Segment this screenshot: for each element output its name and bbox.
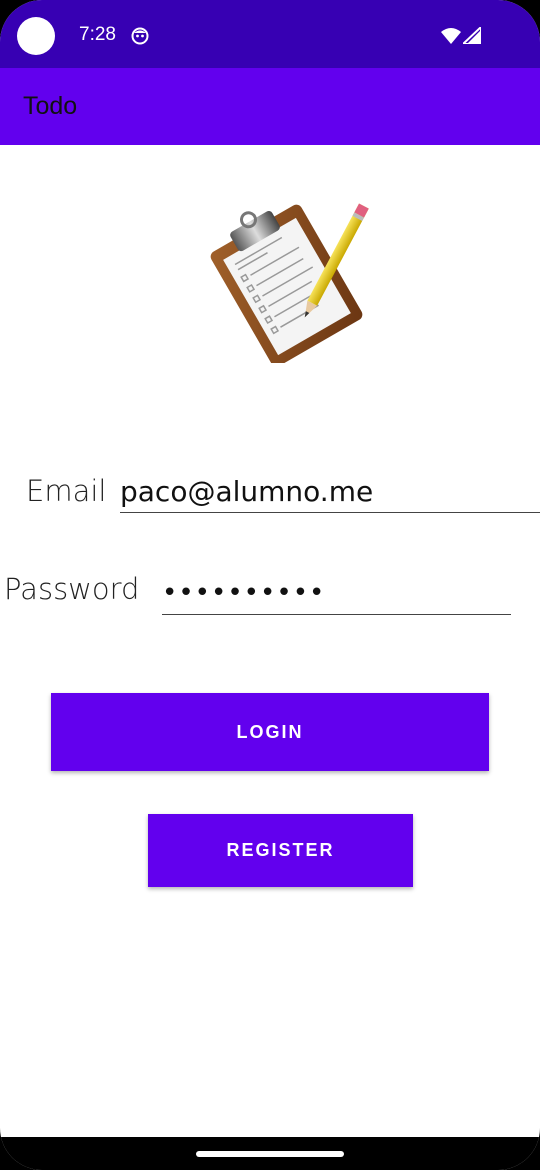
app-bar: Todo xyxy=(0,68,540,145)
password-field[interactable] xyxy=(162,572,511,615)
email-field[interactable] xyxy=(120,470,540,513)
app-screen: 7:28 Todo Email paco@alumno.me Password … xyxy=(0,0,540,1170)
status-time: 7:28 xyxy=(79,24,116,45)
home-handle[interactable] xyxy=(196,1151,344,1157)
email-label: Email xyxy=(26,474,107,508)
navigation-bar xyxy=(0,1137,540,1170)
wifi-icon xyxy=(441,28,461,44)
password-label: Password xyxy=(4,572,140,606)
status-bar: 7:28 xyxy=(0,0,540,68)
clipboard-pencil-icon xyxy=(210,203,369,363)
app-title: Todo xyxy=(23,92,78,120)
signal-icon xyxy=(463,27,481,44)
camera-cutout xyxy=(17,17,55,55)
login-button[interactable]: LOGIN xyxy=(51,693,489,771)
notification-icon xyxy=(131,27,149,45)
register-button[interactable]: REGISTER xyxy=(148,814,413,887)
